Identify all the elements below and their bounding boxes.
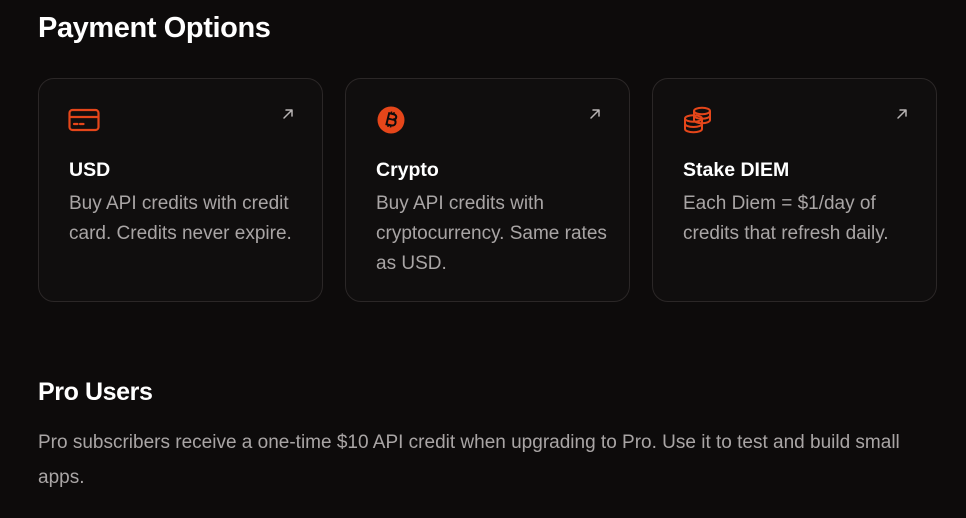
payment-card-crypto[interactable]: Crypto Buy API credits with cryptocurren…	[345, 78, 630, 302]
bitcoin-icon	[377, 106, 405, 134]
card-title: Stake DIEM	[683, 159, 790, 181]
payment-card-usd[interactable]: USD Buy API credits with credit card. Cr…	[38, 78, 323, 302]
card-description: Buy API credits with credit card. Credit…	[69, 193, 292, 244]
pro-users-description: Pro subscribers receive a one-time $10 A…	[38, 432, 900, 488]
card-title: Crypto	[376, 159, 439, 181]
credit-card-icon	[68, 108, 100, 132]
payment-options-cards: USD Buy API credits with credit card. Cr…	[38, 78, 939, 304]
arrow-up-right-icon[interactable]	[895, 107, 909, 121]
card-description: Buy API credits with cryptocurrency. Sam…	[376, 193, 607, 274]
payment-options-title: Payment Options	[38, 12, 271, 44]
payment-card-stake-diem[interactable]: Stake DIEM Each Diem = $1/day of credits…	[652, 78, 937, 302]
arrow-up-right-icon[interactable]	[281, 107, 295, 121]
pro-users-title: Pro Users	[38, 378, 153, 406]
arrow-up-right-icon[interactable]	[588, 107, 602, 121]
card-description: Each Diem = $1/day of credits that refre…	[683, 193, 889, 244]
coins-stack-icon	[684, 106, 711, 134]
card-title: USD	[69, 159, 111, 181]
